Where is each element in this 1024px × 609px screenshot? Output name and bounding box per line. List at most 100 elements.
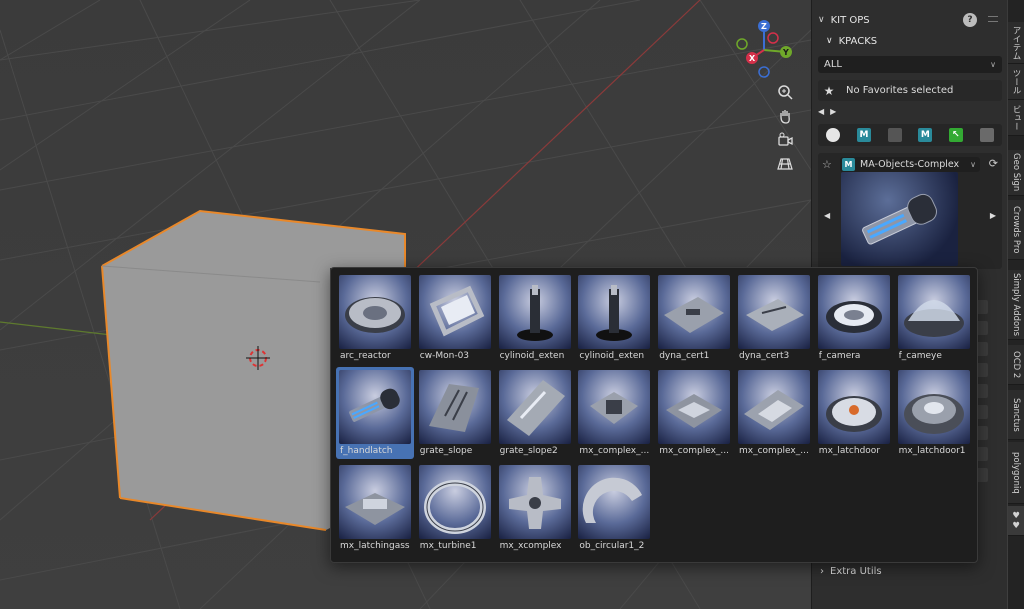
- chevron-down-icon: ∨: [826, 36, 833, 46]
- favorites-pager: ◀ ▶: [818, 104, 836, 118]
- material-icon[interactable]: [979, 128, 994, 142]
- tab-label: ビュー: [1011, 104, 1021, 131]
- favorites-text: No Favorites selected: [846, 85, 954, 96]
- tab-label: polygoniq: [1011, 451, 1021, 494]
- kpack-name: MA-Objects-Complex: [860, 159, 960, 170]
- prev-arrow-icon[interactable]: ◀: [824, 211, 830, 220]
- asset-tile[interactable]: mx_complex_...: [575, 367, 653, 459]
- subpanel-title: KPACKS: [838, 35, 878, 47]
- asset-tile[interactable]: cylinoid_exten: [575, 272, 653, 364]
- asset-tile[interactable]: cw-Mon-03: [416, 272, 494, 364]
- prev-arrow-icon[interactable]: ◀: [818, 107, 824, 116]
- asset-label: mx_latchingass: [340, 541, 410, 551]
- extra-utils-label: Extra Utils: [830, 565, 882, 577]
- clock-icon[interactable]: [826, 128, 841, 142]
- kpacks-subpanel-header[interactable]: ∨ KPACKS: [826, 31, 877, 51]
- asset-tile[interactable]: grate_slope: [416, 367, 494, 459]
- kpack-selector[interactable]: M MA-Objects-Complex ∨: [840, 157, 980, 172]
- tab-8[interactable]: polygoniq: [1008, 442, 1024, 504]
- asset-tile[interactable]: f_camera: [815, 272, 893, 364]
- navigation-gizmo[interactable]: Z Y X: [728, 14, 800, 86]
- chevron-down-icon: ∨: [990, 60, 996, 69]
- asset-browser-popup: arc_reactor cw-Mon-03 cylinoid_exten cylino…: [330, 267, 978, 563]
- kitops-panel-header[interactable]: ∨ KIT OPS: [812, 9, 1008, 31]
- asset-tile[interactable]: mx_complex_...: [735, 367, 813, 459]
- kpack-preview-thumbnail[interactable]: [841, 172, 958, 266]
- next-arrow-icon[interactable]: ▶: [830, 107, 836, 116]
- asset-thumbnail: [339, 275, 411, 349]
- tab-1[interactable]: ツール: [1008, 64, 1024, 100]
- asset-label: mx_turbine1: [419, 541, 477, 551]
- asset-thumbnail: [498, 465, 571, 539]
- tab-label: Crowds Pro: [1011, 205, 1021, 254]
- m-badge-icon[interactable]: M: [856, 128, 871, 142]
- asset-label: mx_complex_...: [739, 446, 809, 456]
- k-arrow-icon[interactable]: ↖: [948, 128, 963, 142]
- refresh-icon[interactable]: ⟳: [989, 157, 998, 170]
- tab-label: アイテム: [1011, 25, 1021, 60]
- asset-tile[interactable]: dyna_cert1: [655, 272, 733, 364]
- m-badge-icon[interactable]: M: [918, 128, 933, 142]
- asset-thumbnail: [418, 465, 491, 539]
- asset-tile[interactable]: f_handlatch: [336, 367, 414, 459]
- asset-thumbnail: [738, 275, 810, 349]
- star-outline-icon[interactable]: ☆: [822, 158, 832, 171]
- m-badge-icon: M: [842, 158, 855, 171]
- tab-label: Sanctus: [1011, 397, 1021, 432]
- asset-thumbnail: [339, 370, 411, 444]
- gizmo-z-label: Z: [761, 22, 767, 31]
- asset-tile[interactable]: mx_latchdoor: [815, 367, 893, 459]
- tab-9[interactable]: ♥♥: [1008, 506, 1024, 536]
- pan-hand-icon[interactable]: [774, 105, 796, 127]
- extra-utils-header[interactable]: › Extra Utils: [820, 564, 882, 578]
- asset-thumbnail: [498, 370, 571, 444]
- asset-label: mx_latchdoor1: [898, 446, 966, 456]
- next-arrow-icon[interactable]: ▶: [990, 211, 996, 220]
- asset-label: mx_latchdoor: [818, 446, 881, 456]
- star-icon: ★: [823, 83, 835, 98]
- camera-icon[interactable]: [774, 129, 796, 151]
- perspective-grid-icon[interactable]: [774, 153, 796, 175]
- tab-2[interactable]: ビュー: [1008, 100, 1024, 136]
- panel-title: KIT OPS: [830, 14, 870, 26]
- tab-label: ♥♥: [1011, 510, 1021, 531]
- kpack-filter-dropdown[interactable]: ALL ∨: [818, 56, 1002, 73]
- asset-tile[interactable]: ob_circular1_2: [575, 462, 653, 554]
- asset-label: ob_circular1_2: [579, 541, 645, 551]
- tab-4[interactable]: Crowds Pro: [1008, 200, 1024, 260]
- drag-grip-icon[interactable]: [988, 16, 998, 22]
- asset-label: dyna_cert1: [659, 351, 710, 361]
- gizmo-y-label: Y: [782, 48, 789, 57]
- asset-tile[interactable]: arc_reactor: [336, 272, 414, 364]
- asset-label: arc_reactor: [340, 351, 391, 361]
- kpack-browser: ☆ M MA-Objects-Complex ∨ ⟳ ◀ ▶: [818, 153, 1002, 269]
- asset-tile[interactable]: cylinoid_exten: [496, 272, 574, 364]
- tab-0[interactable]: アイテム: [1008, 22, 1024, 64]
- tab-3[interactable]: Geo Sign: [1008, 150, 1024, 196]
- asset-tile[interactable]: mx_latchdoor1: [895, 367, 973, 459]
- filter-value: ALL: [824, 59, 842, 70]
- asset-thumbnail: [578, 465, 651, 539]
- tab-7[interactable]: Sanctus: [1008, 390, 1024, 440]
- asset-tile[interactable]: mx_xcomplex: [496, 462, 574, 554]
- asset-tile[interactable]: mx_latchingass: [336, 462, 414, 554]
- asset-label: mx_xcomplex: [499, 541, 562, 551]
- zoom-icon[interactable]: [774, 81, 796, 103]
- asset-thumbnail: [658, 275, 731, 349]
- asset-thumbnail: [578, 370, 651, 444]
- asset-tile[interactable]: grate_slope2: [496, 367, 574, 459]
- asset-tile[interactable]: dyna_cert3: [735, 272, 813, 364]
- asset-label: grate_slope2: [499, 446, 558, 456]
- grid-texture-icon[interactable]: [887, 128, 902, 142]
- asset-tile[interactable]: f_cameye: [895, 272, 973, 364]
- tab-5[interactable]: Simply Addons: [1008, 270, 1024, 340]
- asset-tile[interactable]: mx_turbine1: [416, 462, 494, 554]
- help-icon[interactable]: ?: [963, 13, 977, 27]
- tab-label: ツール: [1011, 68, 1021, 95]
- gizmo-x-label: X: [749, 54, 756, 63]
- asset-tile[interactable]: mx_complex_...: [655, 367, 733, 459]
- tab-6[interactable]: OCD 2: [1008, 345, 1024, 385]
- favorites-selector[interactable]: ★ No Favorites selected: [818, 80, 1002, 101]
- asset-label: f_handlatch: [340, 446, 393, 456]
- asset-label: cylinoid_exten: [499, 351, 565, 361]
